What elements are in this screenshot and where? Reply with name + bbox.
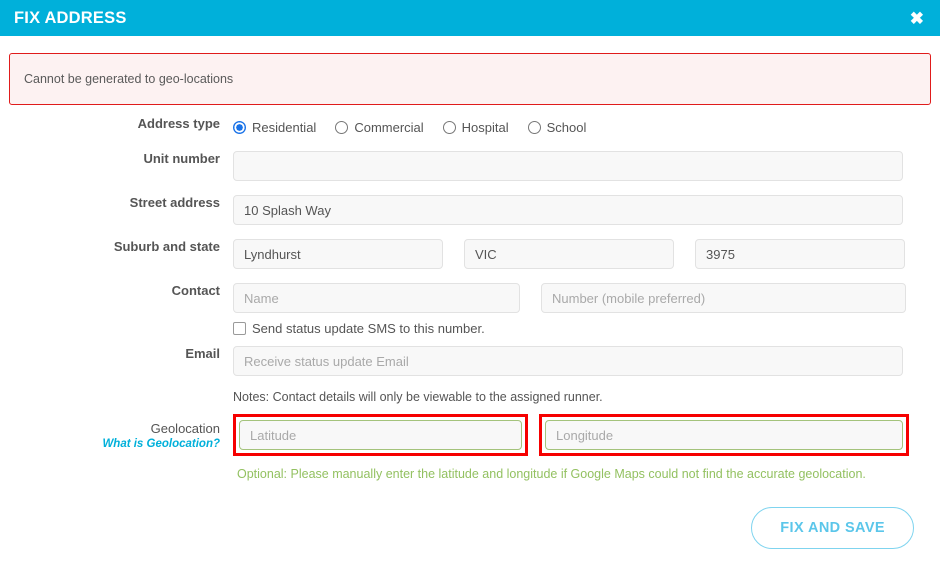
what-is-geolocation-link[interactable]: What is Geolocation? <box>0 438 220 450</box>
radio-option-school[interactable]: School <box>527 119 587 135</box>
label-email: Email <box>185 346 220 361</box>
row-street-address: Street address <box>0 195 940 225</box>
close-icon[interactable]: ✖ <box>908 8 926 29</box>
radio-dot-icon[interactable] <box>527 120 541 134</box>
label-street-address: Street address <box>129 195 220 210</box>
sms-checkbox-row[interactable]: Send status update SMS to this number. <box>233 321 485 336</box>
radio-label-school: School <box>546 119 587 135</box>
fix-address-form: Address type Residential Commercial Hosp… <box>0 105 940 549</box>
row-address-type: Address type Residential Commercial Hosp… <box>0 116 940 137</box>
row-unit-number: Unit number <box>0 151 940 181</box>
suburb-input[interactable] <box>233 239 443 269</box>
modal-footer: FIX AND SAVE <box>0 507 940 549</box>
radio-option-commercial[interactable]: Commercial <box>335 119 424 135</box>
fix-and-save-button[interactable]: FIX AND SAVE <box>751 507 914 549</box>
row-suburb-and-state: Suburb and state <box>0 239 940 269</box>
modal-header: FIX ADDRESS ✖ <box>0 0 940 36</box>
label-geolocation: Geolocation <box>150 421 220 436</box>
radio-label-hospital: Hospital <box>461 119 509 135</box>
sms-checkbox-label: Send status update SMS to this number. <box>252 321 485 336</box>
error-alert: Cannot be generated to geo-locations <box>9 53 931 105</box>
label-address-type: Address type <box>137 116 220 131</box>
radio-option-residential[interactable]: Residential <box>233 120 316 135</box>
longitude-input[interactable] <box>545 420 903 450</box>
geolocation-hint: Optional: Please manually enter the lati… <box>237 467 866 481</box>
email-input[interactable] <box>233 346 903 376</box>
state-input[interactable] <box>464 239 674 269</box>
checkbox-icon[interactable] <box>233 322 246 335</box>
label-suburb-and-state: Suburb and state <box>113 239 220 254</box>
radio-label-commercial: Commercial <box>354 119 424 135</box>
row-geolocation: Geolocation What is Geolocation? Optiona… <box>0 414 940 481</box>
modal-body: Cannot be generated to geo-locations Add… <box>0 53 940 549</box>
row-contact: Contact Send status update SMS to this n… <box>0 283 940 336</box>
label-unit-number: Unit number <box>143 151 220 166</box>
radio-dot-icon[interactable] <box>233 120 246 134</box>
address-type-radio-group: Residential Commercial Hospital School <box>233 116 586 137</box>
contact-number-input[interactable] <box>541 283 906 313</box>
error-alert-message: Cannot be generated to geo-locations <box>24 72 234 86</box>
radio-dot-icon[interactable] <box>335 120 349 134</box>
row-email: Email Notes: Contact details will only b… <box>0 346 940 404</box>
street-address-input[interactable] <box>233 195 903 225</box>
radio-label-residential: Residential <box>252 119 317 135</box>
radio-dot-icon[interactable] <box>442 120 456 134</box>
page-title: FIX ADDRESS <box>14 8 127 27</box>
latitude-highlight-box <box>233 414 528 456</box>
latitude-input[interactable] <box>239 420 522 450</box>
postcode-input[interactable] <box>695 239 905 269</box>
label-geolocation-col: Geolocation What is Geolocation? <box>0 414 233 450</box>
longitude-highlight-box <box>539 414 909 456</box>
unit-number-input[interactable] <box>233 151 903 181</box>
contact-name-input[interactable] <box>233 283 520 313</box>
contact-privacy-note: Notes: Contact details will only be view… <box>233 390 603 404</box>
label-contact: Contact <box>171 283 220 298</box>
radio-option-hospital[interactable]: Hospital <box>442 119 509 135</box>
